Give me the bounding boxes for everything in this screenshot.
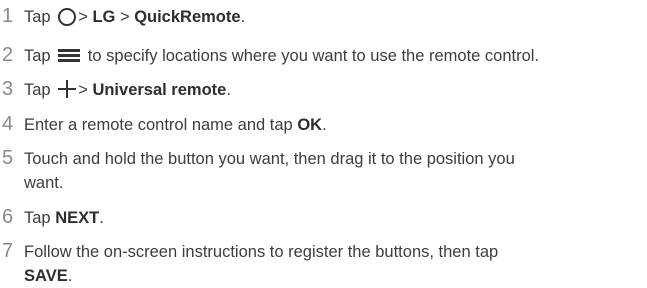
plus-icon — [58, 80, 77, 99]
step-text: Tap > Universal remote. — [24, 78, 647, 102]
step-description-line-1: Follow the on-screen instructions to reg… — [24, 243, 499, 261]
step-tap-text: Tap — [24, 209, 56, 227]
step-number: 2 — [2, 44, 14, 66]
step-description-line-2: want. — [24, 174, 64, 192]
step-description-line-1: Touch and hold the button you want, then… — [24, 150, 515, 168]
separator: > — [119, 8, 130, 26]
step-text: Follow the on-screen instructions to reg… — [24, 240, 647, 288]
step-number: 6 — [2, 206, 14, 228]
step-tap-text: Tap — [24, 47, 51, 65]
button-label-ok: OK — [297, 116, 323, 134]
button-label-save: SAVE — [24, 267, 68, 285]
menu-item-lg: LG — [92, 8, 116, 26]
period: . — [240, 8, 246, 26]
step-text: Tap > LG > QuickRemote. — [24, 5, 647, 29]
period: . — [67, 267, 73, 285]
step-number: 1 — [2, 5, 14, 27]
step-number: 5 — [2, 147, 14, 169]
menu-icon — [58, 48, 81, 62]
step-number: 3 — [2, 78, 14, 100]
period: . — [226, 81, 231, 99]
step-text: Tap to specify locations where you want … — [24, 44, 647, 68]
separator: > — [78, 8, 88, 26]
period: . — [99, 209, 104, 227]
step-number: 7 — [2, 240, 14, 262]
button-label-next: NEXT — [55, 209, 100, 227]
step-tap-text: Tap — [24, 81, 51, 99]
instruction-steps: 1 Tap > LG > QuickRemote. 2 Tap to speci… — [0, 0, 647, 288]
step-text: Enter a remote control name and tap OK. — [24, 113, 647, 137]
step-description: Enter a remote control name and tap — [24, 116, 298, 134]
step-text: Touch and hold the button you want, then… — [24, 147, 647, 195]
option-universal-remote: Universal remote — [92, 81, 227, 99]
period: . — [322, 116, 327, 134]
step-number: 4 — [2, 113, 14, 135]
step-description: to specify locations where you want to u… — [87, 47, 540, 65]
step-text: Tap NEXT. — [24, 206, 647, 230]
app-name-quickremote: QuickRemote — [134, 8, 241, 26]
home-circle-icon — [58, 7, 77, 26]
step-tap-text: Tap — [24, 8, 51, 26]
separator: > — [78, 81, 88, 99]
